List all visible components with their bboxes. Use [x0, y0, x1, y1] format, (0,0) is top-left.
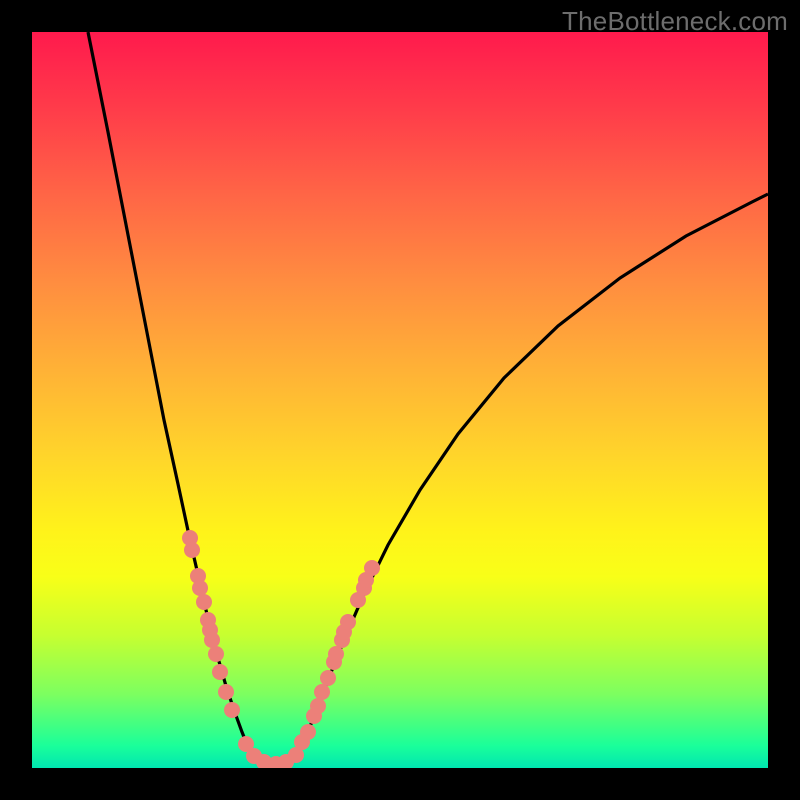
- data-point-dot: [300, 724, 316, 740]
- data-point-dot: [364, 560, 380, 576]
- left-curve-path: [88, 32, 250, 752]
- data-point-dot: [310, 698, 326, 714]
- data-point-dot: [212, 664, 228, 680]
- right-curve-path: [298, 194, 768, 752]
- data-point-dot: [192, 580, 208, 596]
- chart-svg: [32, 32, 768, 768]
- data-point-dot: [196, 594, 212, 610]
- data-point-dot: [314, 684, 330, 700]
- data-point-dot: [328, 646, 344, 662]
- right-dot-cluster: [288, 560, 380, 763]
- data-point-dot: [218, 684, 234, 700]
- data-point-dot: [204, 632, 220, 648]
- data-point-dot: [184, 542, 200, 558]
- left-dot-cluster: [182, 530, 294, 768]
- data-point-dot: [320, 670, 336, 686]
- data-point-dot: [208, 646, 224, 662]
- chart-frame: TheBottleneck.com: [0, 0, 800, 800]
- data-point-dot: [340, 614, 356, 630]
- data-point-dot: [224, 702, 240, 718]
- plot-area: [32, 32, 768, 768]
